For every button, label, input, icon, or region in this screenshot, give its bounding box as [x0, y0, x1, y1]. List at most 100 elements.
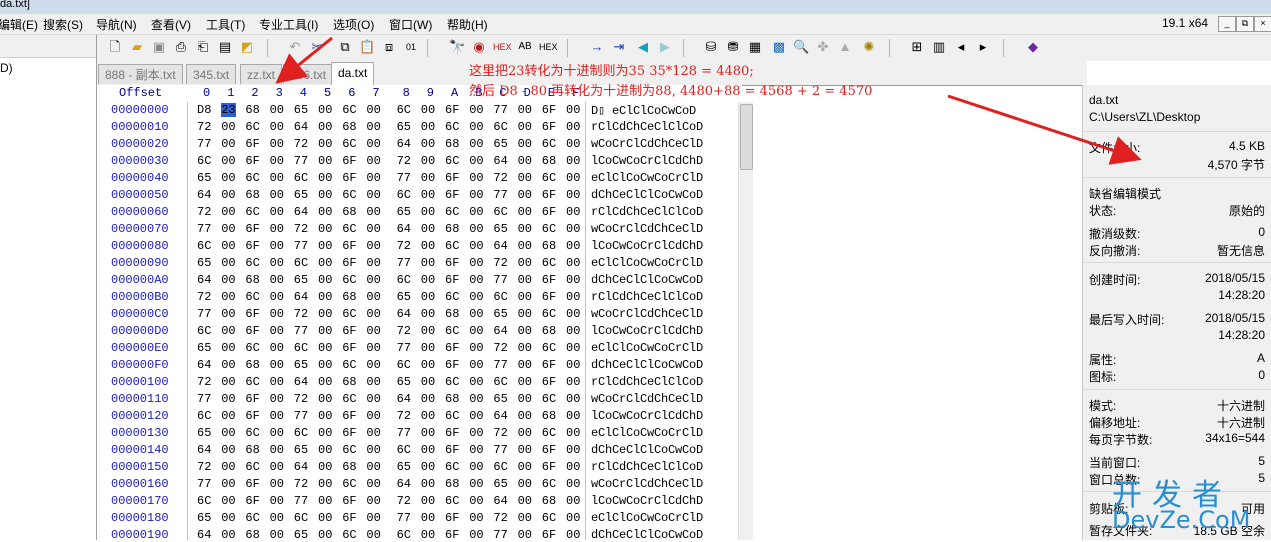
hex-byte[interactable]: 00	[318, 239, 332, 253]
hex-byte[interactable]: 64	[197, 188, 211, 202]
hex-byte[interactable]: 00	[221, 375, 235, 389]
hex-byte[interactable]: 6C	[445, 154, 459, 168]
minimize-button[interactable]: _	[1218, 16, 1236, 32]
hex-byte[interactable]: 00	[318, 460, 332, 474]
ascii-row[interactable]: lCoCwCoCrClCdChD	[591, 409, 703, 423]
hex-byte[interactable]: 68	[445, 137, 459, 151]
hex-byte[interactable]: 68	[245, 103, 259, 117]
hex-byte[interactable]: 6F	[342, 494, 356, 508]
menu-window[interactable]: 窗口(W)	[389, 16, 432, 33]
hex-byte[interactable]: 00	[566, 256, 580, 270]
hex-byte[interactable]: 6F	[342, 324, 356, 338]
ascii-row[interactable]: lCoCwCoCrClCdChD	[591, 154, 703, 168]
hex-byte[interactable]: 00	[366, 120, 380, 134]
properties-icon[interactable]: ▤	[217, 39, 233, 55]
hex-byte[interactable]: 00	[421, 392, 435, 406]
hex-byte[interactable]: 00	[518, 375, 532, 389]
hex-byte[interactable]: 00	[318, 273, 332, 287]
back-icon[interactable]: ◀	[635, 39, 651, 55]
print-icon[interactable]: ⎗	[195, 39, 211, 55]
hex-byte[interactable]: 6F	[342, 409, 356, 423]
hex-byte[interactable]: 6C	[342, 188, 356, 202]
disk-icon[interactable]: ⛁	[703, 39, 719, 55]
hex-byte[interactable]: 64	[397, 307, 411, 321]
hex-byte[interactable]: 77	[493, 103, 507, 117]
hex-byte[interactable]: 00	[469, 256, 483, 270]
hex-byte[interactable]: 00	[421, 188, 435, 202]
hex-byte[interactable]: 00	[366, 443, 380, 457]
hex-byte[interactable]: 77	[397, 511, 411, 525]
hex-byte[interactable]: 00	[318, 358, 332, 372]
hex-byte[interactable]: 72	[397, 494, 411, 508]
hex-byte[interactable]: 00	[566, 392, 580, 406]
hex-byte[interactable]: 00	[221, 460, 235, 474]
hex-byte[interactable]: 00	[469, 511, 483, 525]
hex-byte[interactable]: 00	[566, 494, 580, 508]
hex-byte[interactable]: 65	[294, 358, 308, 372]
hex-byte[interactable]: 00	[270, 290, 284, 304]
hex-byte[interactable]: 77	[493, 188, 507, 202]
hex-byte[interactable]: 00	[469, 307, 483, 321]
hex-byte[interactable]: 65	[294, 273, 308, 287]
ascii-row[interactable]: rClCdChCeClClCoD	[591, 205, 703, 219]
menu-pro-tools[interactable]: 专业工具(I)	[259, 16, 318, 33]
hex-byte[interactable]: 00	[366, 341, 380, 355]
ascii-row[interactable]: wCoCrClCdChCeClD	[591, 137, 703, 151]
hex-byte[interactable]: 72	[397, 409, 411, 423]
hex-byte[interactable]: 64	[294, 120, 308, 134]
hex-byte[interactable]: 00	[318, 341, 332, 355]
menu-tools[interactable]: 工具(T)	[206, 16, 245, 33]
hex-byte[interactable]: 00	[318, 409, 332, 423]
hex-byte[interactable]: 00	[518, 426, 532, 440]
hex-byte[interactable]: 6C	[542, 341, 556, 355]
hex-byte[interactable]: 77	[197, 137, 211, 151]
hex-byte[interactable]: 77	[197, 222, 211, 236]
hex-byte[interactable]: 00	[518, 154, 532, 168]
hex-byte[interactable]: 6C	[245, 290, 259, 304]
paste-write-icon[interactable]: ⧈	[381, 39, 397, 55]
hex-byte[interactable]: 64	[493, 494, 507, 508]
hex-byte[interactable]: 72	[397, 324, 411, 338]
hex-byte[interactable]: 6F	[245, 477, 259, 491]
hex-byte[interactable]: 00	[366, 103, 380, 117]
hex-byte[interactable]: 64	[397, 222, 411, 236]
hex-byte[interactable]: 00	[318, 171, 332, 185]
hex-byte[interactable]: 6F	[445, 256, 459, 270]
hex-byte[interactable]: 65	[294, 188, 308, 202]
hex-byte[interactable]: 6C	[342, 222, 356, 236]
hex-byte[interactable]: 6C	[245, 120, 259, 134]
hex-byte[interactable]: 00	[318, 290, 332, 304]
menu-view[interactable]: 查看(V)	[151, 16, 191, 33]
hex-byte[interactable]: 00	[318, 426, 332, 440]
hex-byte[interactable]: 00	[421, 120, 435, 134]
hex-byte[interactable]: 00	[469, 494, 483, 508]
hex-byte[interactable]: 6C	[542, 256, 556, 270]
hex-byte[interactable]: 00	[318, 511, 332, 525]
hex-byte[interactable]: 6F	[245, 494, 259, 508]
hex-byte[interactable]: 00	[366, 188, 380, 202]
hex-byte[interactable]: 00	[421, 222, 435, 236]
hex-byte[interactable]: 6C	[294, 511, 308, 525]
hex-byte[interactable]: 00	[421, 137, 435, 151]
hex-byte[interactable]: 6C	[445, 375, 459, 389]
hex-byte[interactable]: 00	[221, 256, 235, 270]
hex-byte[interactable]: 77	[397, 341, 411, 355]
ascii-row[interactable]: lCoCwCoCrClCdChD	[591, 239, 703, 253]
hex-byte[interactable]: 00	[518, 205, 532, 219]
hex-byte[interactable]: 68	[342, 460, 356, 474]
hex-byte[interactable]: 72	[493, 171, 507, 185]
hex-byte[interactable]: 68	[245, 273, 259, 287]
hex-byte[interactable]: 65	[397, 290, 411, 304]
hex-byte[interactable]: 00	[221, 171, 235, 185]
hex-byte[interactable]: 00	[270, 171, 284, 185]
hex-byte[interactable]: 64	[397, 137, 411, 151]
hex-byte[interactable]: 65	[294, 443, 308, 457]
hex-byte[interactable]: 00	[566, 443, 580, 457]
hex-byte[interactable]: 65	[197, 256, 211, 270]
hex-byte[interactable]: 00	[221, 222, 235, 236]
hex-byte[interactable]: 00	[221, 188, 235, 202]
hex-byte[interactable]: 00	[566, 154, 580, 168]
hex-byte[interactable]: 00	[270, 239, 284, 253]
hex-byte[interactable]: 6F	[542, 443, 556, 457]
hex-byte[interactable]: 00	[221, 273, 235, 287]
